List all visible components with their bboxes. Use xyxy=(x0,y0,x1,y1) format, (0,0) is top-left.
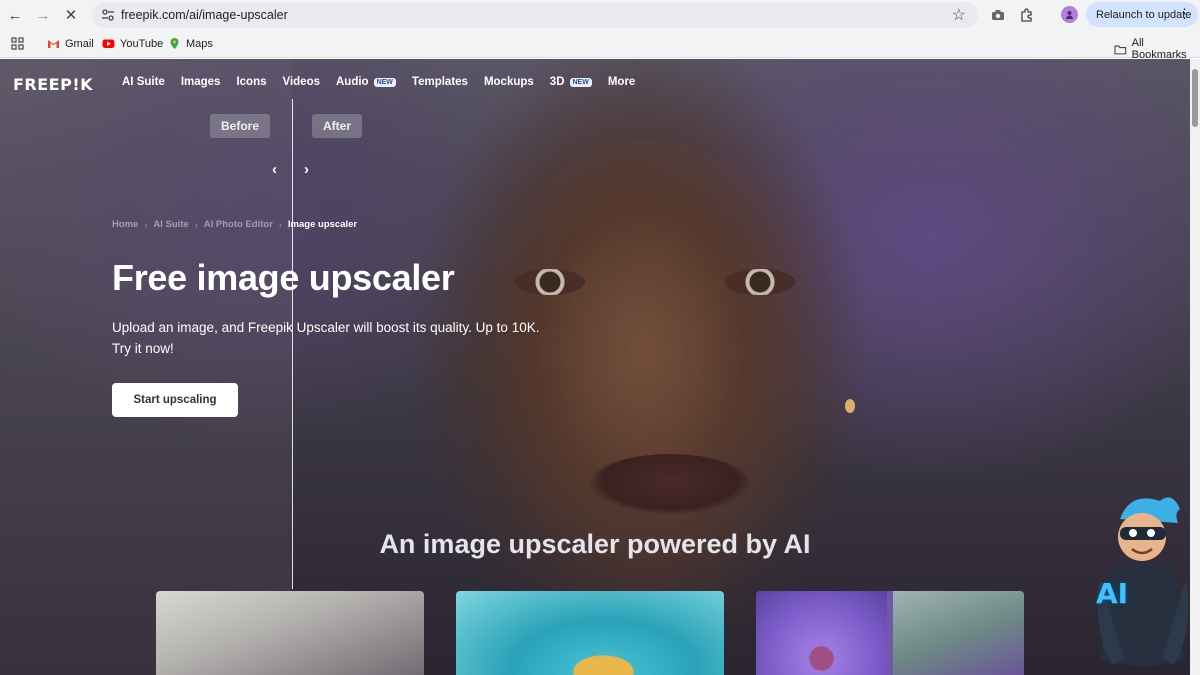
nav-templates[interactable]: Templates xyxy=(412,76,468,88)
bookmark-gmail[interactable]: Gmail xyxy=(47,37,94,50)
nav-mockups[interactable]: Mockups xyxy=(484,76,534,88)
bookmarks-bar: Gmail YouTube Maps All Bookmarks xyxy=(0,30,1200,61)
nav-label: Images xyxy=(180,76,221,88)
bookmark-label: Maps xyxy=(186,37,213,50)
example-card-blue-flower[interactable] xyxy=(456,591,724,675)
page-scrollbar[interactable] xyxy=(1190,59,1200,675)
youtube-icon xyxy=(102,39,115,48)
freepik-logo[interactable]: FREEP!K xyxy=(13,75,93,94)
example-card-purple-flowers[interactable] xyxy=(756,591,1024,675)
browser-toolbar: ← → ✕ freepik.com/ai/image-upscaler ☆ Re… xyxy=(0,0,1200,30)
breadcrumb-current: Image upscaler xyxy=(287,219,358,230)
all-bookmarks[interactable]: All Bookmarks xyxy=(1114,37,1200,61)
page-title: Free image upscaler xyxy=(112,257,455,298)
before-label-button[interactable]: Before xyxy=(210,114,271,138)
bookmark-label: YouTube xyxy=(120,37,164,50)
menu-kebab-icon[interactable]: ⋮ xyxy=(1178,7,1191,20)
extensions-icon[interactable] xyxy=(1017,5,1037,25)
breadcrumb-separator-icon: › xyxy=(144,219,148,230)
nav-label: Templates xyxy=(411,76,468,88)
hero-section: FREEP!K AI Suite Images Icons Videos Aud… xyxy=(0,59,1190,675)
bookmark-label: Gmail xyxy=(65,37,94,50)
nav-label: Mockups xyxy=(483,76,534,88)
nav-label: AI Suite xyxy=(122,76,165,88)
start-upscaling-button[interactable]: Start upscaling xyxy=(112,383,238,417)
back-arrow-icon[interactable]: ← xyxy=(4,4,26,26)
breadcrumb: Home › AI Suite › AI Photo Editor › Imag… xyxy=(112,219,357,230)
stop-loading-icon[interactable]: ✕ xyxy=(60,4,82,26)
breadcrumb-separator-icon: › xyxy=(278,219,282,230)
chevron-left-icon[interactable]: ‹ xyxy=(272,161,277,178)
ai-mascot-character[interactable]: AI xyxy=(1090,489,1190,675)
forward-arrow-icon[interactable]: → xyxy=(32,4,54,26)
camera-icon[interactable] xyxy=(988,5,1008,25)
scrollbar-thumb[interactable] xyxy=(1192,69,1198,127)
bookmark-star-icon[interactable]: ☆ xyxy=(952,5,966,25)
portrait-eye-left xyxy=(515,269,585,295)
before-image-overlay xyxy=(0,59,292,675)
portrait-lips xyxy=(590,454,750,514)
maps-icon xyxy=(170,38,179,49)
nav-icons[interactable]: Icons xyxy=(236,76,266,88)
nav-ai-suite[interactable]: AI Suite xyxy=(122,76,165,88)
ai-mascot-label: AI xyxy=(1096,577,1129,610)
address-bar[interactable]: freepik.com/ai/image-upscaler ☆ xyxy=(92,2,978,28)
hero-subtitle: Upload an image, and Freepik Upscaler wi… xyxy=(112,320,540,356)
url-text: freepik.com/ai/image-upscaler xyxy=(121,8,288,22)
site-settings-icon[interactable] xyxy=(100,7,116,23)
breadcrumb-home[interactable]: Home xyxy=(112,219,138,230)
gmail-icon xyxy=(48,40,59,48)
portrait-eye-right xyxy=(725,269,795,295)
folder-icon xyxy=(1114,45,1127,54)
portrait-earring xyxy=(845,399,855,413)
nav-label: More xyxy=(607,76,636,88)
nav-label: Videos xyxy=(282,76,321,88)
relaunch-button[interactable]: Relaunch to update ⋮ xyxy=(1086,2,1198,27)
breadcrumb-separator-icon: › xyxy=(194,219,198,230)
nav-audio[interactable]: Audio NEW xyxy=(336,76,396,88)
nav-label: Icons xyxy=(236,76,267,88)
bookmark-youtube[interactable]: YouTube xyxy=(102,37,163,50)
nav-videos[interactable]: Videos xyxy=(283,76,321,88)
example-image-before xyxy=(756,591,887,675)
new-badge: NEW xyxy=(569,77,592,87)
main-nav: AI Suite Images Icons Videos Audio NEW Te… xyxy=(122,76,651,88)
nav-label: Audio xyxy=(336,76,369,88)
profile-avatar[interactable] xyxy=(1061,6,1078,23)
breadcrumb-ai-suite[interactable]: AI Suite xyxy=(153,219,188,230)
nav-more[interactable]: More xyxy=(608,76,635,88)
nav-label: 3D xyxy=(549,76,565,88)
apps-grid-icon[interactable] xyxy=(11,37,24,50)
all-bookmarks-label: All Bookmarks xyxy=(1131,37,1187,61)
section-title: An image upscaler powered by AI xyxy=(379,529,811,559)
example-image-after xyxy=(893,591,1024,675)
chevron-right-icon[interactable]: › xyxy=(304,161,309,178)
example-card-gloves[interactable] xyxy=(156,591,424,675)
bookmark-maps[interactable]: Maps xyxy=(168,37,213,50)
nav-3d[interactable]: 3D NEW xyxy=(550,76,592,88)
after-label-button[interactable]: After xyxy=(312,114,363,138)
breadcrumb-ai-photo-editor[interactable]: AI Photo Editor xyxy=(204,219,273,230)
new-badge: NEW xyxy=(373,77,396,87)
nav-images[interactable]: Images xyxy=(181,76,221,88)
